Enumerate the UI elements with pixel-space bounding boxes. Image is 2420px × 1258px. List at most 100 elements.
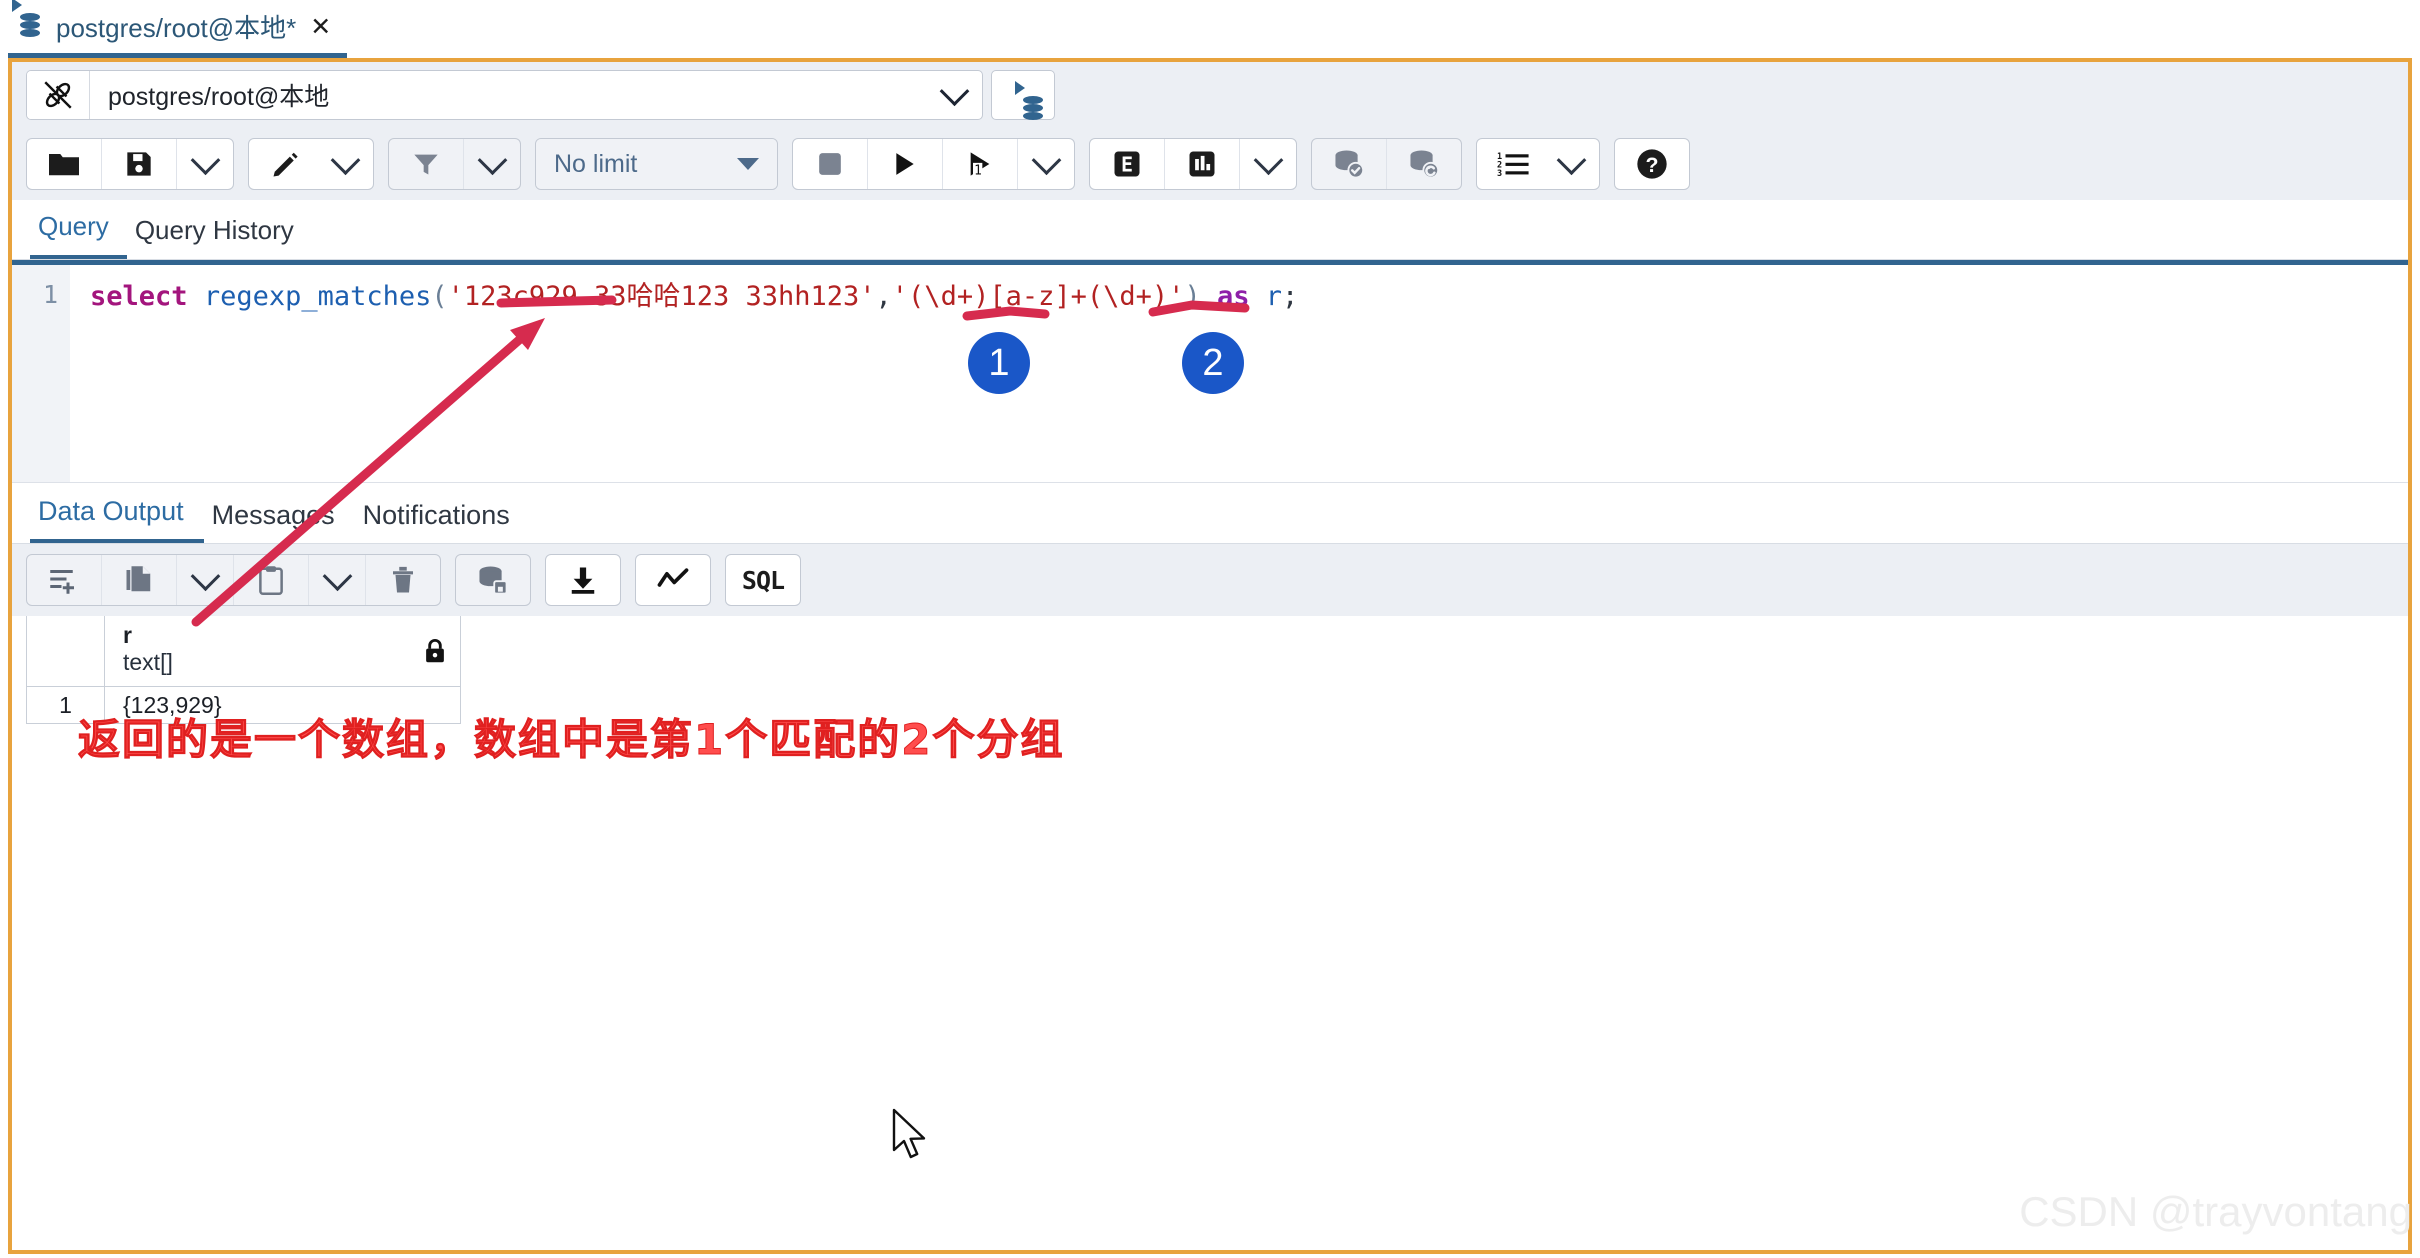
- query-sql-button[interactable]: SQL: [726, 555, 800, 605]
- macros-button[interactable]: 1 2 3: [1477, 139, 1543, 189]
- sql-token-1: [188, 281, 204, 312]
- explain-button[interactable]: E: [1090, 139, 1165, 189]
- pencil-icon: [271, 149, 301, 179]
- open-file-button[interactable]: [27, 139, 102, 189]
- bar-chart-icon: [1187, 149, 1217, 179]
- edit-options-dropdown[interactable]: [317, 139, 373, 189]
- download-group: [545, 554, 621, 606]
- save-data-group: [455, 554, 531, 606]
- sql-token-2: regexp_matches: [203, 281, 432, 312]
- explain-e-icon: E: [1112, 149, 1142, 179]
- save-data-button[interactable]: [456, 555, 530, 605]
- tab-notifications[interactable]: Notifications: [355, 500, 530, 543]
- annotation-badge-2: 2: [1182, 332, 1244, 394]
- macros-options-dropdown[interactable]: [1543, 139, 1599, 189]
- trash-icon: [390, 565, 416, 595]
- row-limit-select[interactable]: No limit: [536, 139, 777, 189]
- grid-toolbar: SQL: [12, 544, 2408, 616]
- new-connection-button[interactable]: [991, 70, 1055, 120]
- row-limit-group: No limit: [535, 138, 778, 190]
- sql-group: SQL: [725, 554, 801, 606]
- paste-button[interactable]: [234, 555, 309, 605]
- save-disk-icon: [125, 150, 153, 178]
- file-button-group: [26, 138, 234, 190]
- edit-button[interactable]: [249, 139, 317, 189]
- svg-text:?: ?: [1645, 153, 1658, 177]
- sql-token-7: ): [1184, 281, 1201, 312]
- help-button[interactable]: ?: [1615, 139, 1689, 189]
- line-number: 1: [42, 280, 58, 309]
- commit-button[interactable]: [1312, 139, 1387, 189]
- lock-icon: [424, 638, 446, 664]
- play-icon: [892, 150, 918, 178]
- window-tab-strip: postgres/root@本地* ✕: [0, 0, 2420, 62]
- copy-icon: [125, 565, 153, 595]
- rollback-button[interactable]: [1387, 139, 1461, 189]
- stop-button[interactable]: [793, 139, 868, 189]
- sql-toolbar: No limit 1 E 1 2 3 ?: [12, 128, 2408, 200]
- filter-button[interactable]: [389, 139, 464, 189]
- sql-token-4: '123c929 33哈哈123 33hh123': [447, 281, 876, 312]
- svg-text:3: 3: [1497, 169, 1502, 178]
- paste-options-dropdown[interactable]: [309, 555, 366, 605]
- sql-token-6: '(\d+)[a-z]+(\d+)': [891, 281, 1185, 312]
- execute-options-dropdown[interactable]: [1018, 139, 1074, 189]
- help-button-group: ?: [1614, 138, 1690, 190]
- window-tab-postgres[interactable]: postgres/root@本地* ✕: [8, 0, 348, 58]
- copy-button[interactable]: [102, 555, 177, 605]
- edit-button-group: [248, 138, 374, 190]
- editor-gutter: 1: [12, 265, 70, 482]
- grid-header-index-cell: [27, 616, 105, 686]
- explain-analyze-button[interactable]: [1165, 139, 1240, 189]
- disconnected-plug-icon: [27, 71, 90, 119]
- download-button[interactable]: [546, 555, 620, 605]
- sql-token-11: r: [1265, 281, 1282, 312]
- chevron-down-icon: [737, 158, 759, 170]
- save-options-dropdown[interactable]: [177, 139, 233, 189]
- grid-header-row: r text[]: [27, 616, 460, 687]
- watermark: CSDN @trayvontang: [2019, 1188, 2412, 1235]
- save-file-button[interactable]: [102, 139, 177, 189]
- grid-column-type: text[]: [123, 649, 173, 676]
- connection-value: postgres/root@本地: [108, 83, 330, 111]
- numbered-list-icon: 1 2 3: [1497, 150, 1531, 178]
- download-icon: [569, 565, 597, 595]
- delete-row-button[interactable]: [366, 555, 440, 605]
- line-chart-icon: [657, 567, 689, 593]
- execute-button[interactable]: [868, 139, 943, 189]
- window-tab-label: postgres/root@本地*: [56, 13, 297, 43]
- chevron-down-icon[interactable]: [926, 75, 982, 106]
- svg-text:E: E: [1121, 153, 1133, 177]
- connection-select[interactable]: postgres/root@本地: [26, 70, 983, 120]
- execute-script-button[interactable]: 1: [943, 139, 1018, 189]
- row-limit-value: No limit: [554, 149, 638, 178]
- graph-group: [635, 554, 711, 606]
- query-tool-panel: postgres/root@本地 No limit 1 E 1 2 3 ? Qu…: [8, 58, 2412, 1254]
- sql-token-5: ,: [875, 281, 892, 312]
- save-database-icon: [477, 565, 509, 595]
- row-edit-group: [26, 554, 441, 606]
- question-help-icon: ?: [1636, 148, 1668, 180]
- tab-strip-background: [0, 0, 2420, 62]
- add-row-button[interactable]: [27, 555, 102, 605]
- graph-visualiser-button[interactable]: [636, 555, 710, 605]
- sql-text-icon: SQL: [741, 565, 785, 595]
- play-script-icon: 1: [966, 150, 994, 178]
- filter-options-dropdown[interactable]: [464, 139, 520, 189]
- close-icon[interactable]: ✕: [310, 14, 331, 39]
- tab-messages[interactable]: Messages: [204, 500, 355, 543]
- sql-token-3: (: [431, 281, 448, 312]
- grid-header-column-r[interactable]: r text[]: [105, 616, 460, 686]
- transaction-button-group: [1311, 138, 1462, 190]
- add-row-icon: [49, 566, 79, 594]
- query-tab-bar: Query Query History: [12, 200, 2408, 260]
- tab-query-history[interactable]: Query History: [127, 215, 312, 259]
- annotation-badge-1: 1: [968, 332, 1030, 394]
- tab-data-output[interactable]: Data Output: [30, 496, 204, 543]
- tab-query[interactable]: Query: [30, 211, 127, 259]
- macros-button-group: 1 2 3: [1476, 138, 1600, 190]
- connection-bar: postgres/root@本地: [12, 62, 2408, 128]
- copy-options-dropdown[interactable]: [177, 555, 234, 605]
- explain-options-dropdown[interactable]: [1240, 139, 1296, 189]
- clipboard-paste-icon: [258, 565, 284, 595]
